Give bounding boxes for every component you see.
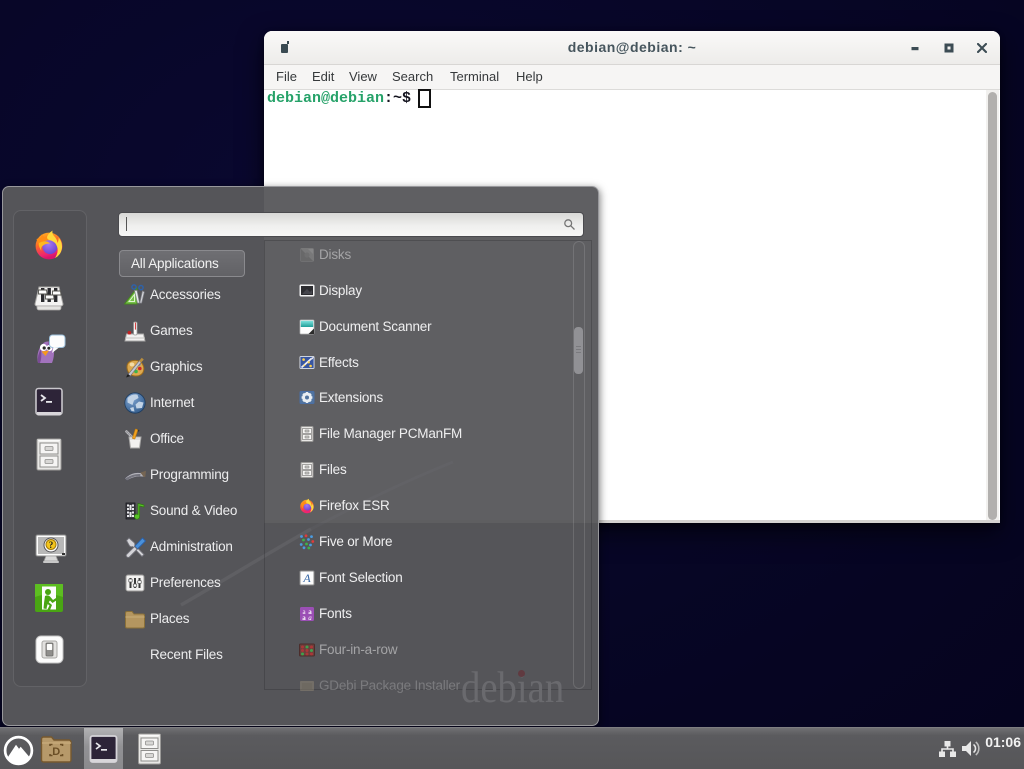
svg-text:a: a <box>308 614 312 622</box>
svg-text:a: a <box>302 614 306 622</box>
svg-text:D: D <box>52 746 60 758</box>
svg-text:A: A <box>302 571 311 585</box>
svg-text:?: ? <box>49 540 54 550</box>
